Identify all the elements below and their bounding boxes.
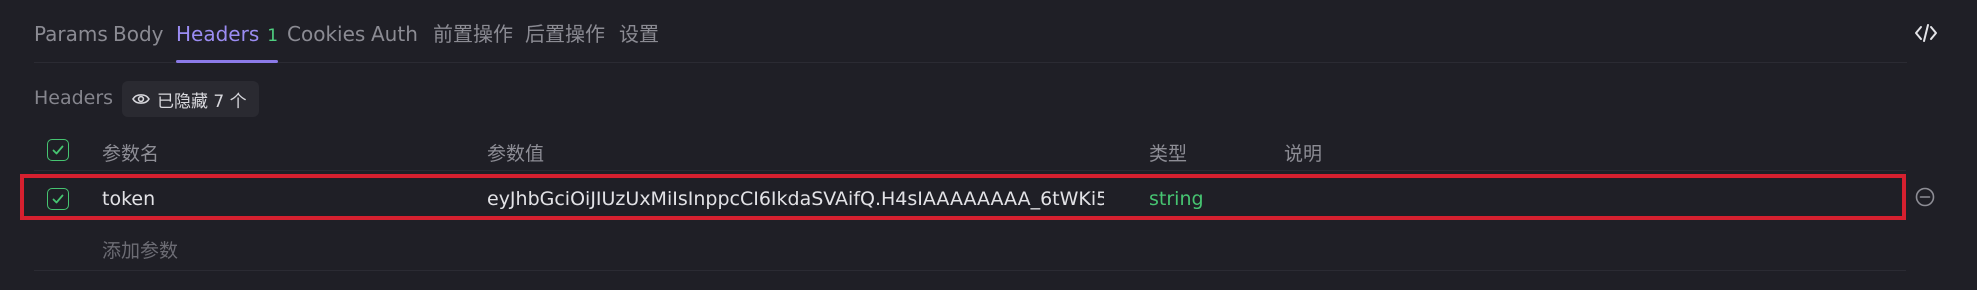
param-name-input[interactable]: token [102, 188, 155, 210]
tab-label: Headers [176, 22, 260, 46]
eye-icon [132, 92, 150, 106]
column-header-value: 参数值 [487, 143, 545, 165]
tab-label: Body [113, 22, 164, 46]
check-icon [52, 194, 64, 204]
app-root: Params Body Headers 1 Cookies Auth 前置操作 后… [0, 0, 1977, 290]
column-header-name: 参数名 [102, 143, 160, 165]
add-param-input[interactable]: 添加参数 [102, 236, 178, 263]
param-value-input[interactable]: eyJhbGciOiJIUzUxMiIsInppcCI6IkdaSVAifQ.H… [487, 188, 1104, 210]
tab-label: Params [34, 22, 108, 46]
tab-label: 前置操作 [433, 22, 513, 46]
tab-params[interactable]: Params [34, 0, 108, 62]
headers-section-label: Headers [34, 87, 114, 109]
tab-auth[interactable]: Auth [371, 0, 418, 62]
tab-headers[interactable]: Headers 1 [176, 0, 279, 63]
check-icon [52, 145, 64, 155]
param-type-select[interactable]: string [1149, 188, 1204, 210]
hidden-count-text: 已隐藏 7 个 [157, 91, 247, 112]
tab-post-actions[interactable]: 后置操作 [525, 0, 605, 62]
hidden-headers-toggle[interactable]: 已隐藏 7 个 [122, 81, 259, 117]
tab-pre-actions[interactable]: 前置操作 [433, 0, 513, 62]
tab-settings[interactable]: 设置 [619, 0, 659, 62]
column-header-description: 说明 [1284, 143, 1323, 165]
tab-cookies[interactable]: Cookies [287, 0, 365, 62]
headers-count-badge: 1 [267, 26, 279, 46]
row-enabled-checkbox[interactable] [47, 188, 69, 210]
tab-label: 设置 [619, 22, 659, 46]
request-tabs: Params Body Headers 1 Cookies Auth 前置操作 后… [34, 0, 1907, 63]
table-row: token eyJhbGciOiJIUzUxMiIsInppcCI6IkdaSV… [34, 175, 1906, 225]
select-all-checkbox[interactable] [47, 139, 69, 161]
table-header: 参数名 参数值 类型 说明 [34, 132, 1906, 171]
tab-label: Cookies [287, 22, 366, 46]
table-bottom-divider [34, 270, 1906, 271]
code-icon[interactable] [1913, 20, 1939, 46]
tab-label: 后置操作 [525, 22, 605, 46]
tab-label: Auth [371, 22, 418, 46]
column-header-type: 类型 [1149, 143, 1188, 165]
remove-row-icon[interactable] [1914, 186, 1936, 208]
tab-body[interactable]: Body [113, 0, 164, 62]
